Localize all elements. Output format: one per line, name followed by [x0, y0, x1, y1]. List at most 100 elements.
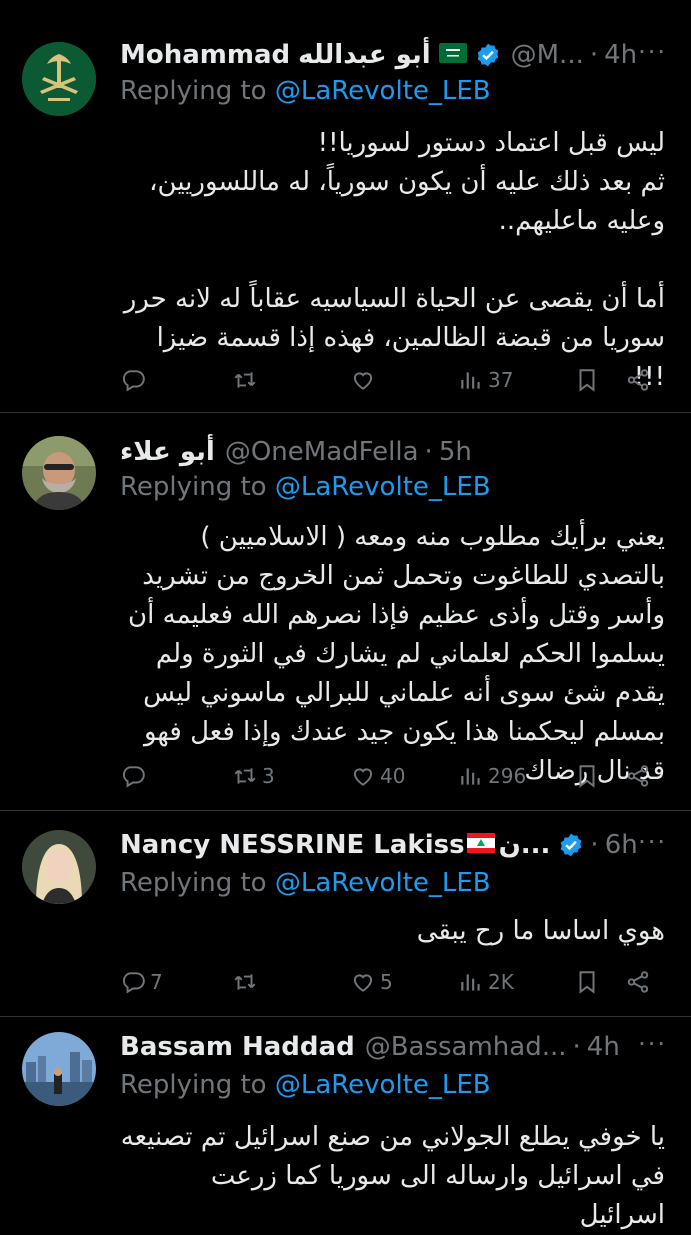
user-photo-icon — [22, 1032, 96, 1106]
mention-link[interactable]: @LaRevolte_LEB — [275, 472, 491, 502]
views-icon — [458, 367, 484, 393]
bookmark-button[interactable] — [574, 367, 600, 393]
separator-dot: · — [572, 1032, 581, 1062]
reply-icon — [120, 763, 146, 789]
mention-link[interactable]: @LaRevolte_LEB — [275, 1070, 491, 1100]
views-button[interactable]: 37 — [458, 367, 513, 393]
tweet[interactable]: Bassam Haddad @Bassamhad... · 4h ··· Rep… — [0, 1016, 691, 1230]
bookmark-button[interactable] — [574, 969, 600, 995]
user-handle[interactable]: @M... — [511, 40, 584, 70]
user-handle[interactable]: @Bassamhad... — [365, 1032, 567, 1062]
views-count: 296 — [488, 764, 527, 788]
reply-button[interactable] — [120, 763, 150, 789]
lebanon-flag-icon — [466, 830, 495, 860]
mention-link[interactable]: @LaRevolte_LEB — [275, 868, 491, 898]
replying-to: Replying to @LaRevolte_LEB — [120, 868, 491, 902]
avatar[interactable] — [22, 436, 96, 510]
action-bar: 7 5 2K — [120, 965, 653, 999]
action-bar: 3 40 296 — [120, 759, 653, 793]
timestamp[interactable]: 4h — [604, 40, 637, 70]
timestamp[interactable]: 5h — [439, 437, 472, 467]
repost-icon — [232, 969, 258, 995]
avatar[interactable] — [22, 42, 96, 116]
tweet-text: هوي اساسا ما رح يبقى — [416, 916, 665, 946]
separator-dot: · — [424, 437, 433, 467]
repost-count: 3 — [262, 764, 275, 788]
heart-icon — [350, 367, 376, 393]
like-count: 5 — [380, 970, 393, 994]
avatar[interactable] — [22, 1032, 96, 1106]
replying-label: Replying to — [120, 1070, 267, 1100]
tweet[interactable]: Nancy NESSRINE Lakiss ن... · 6h ··· Repl… — [0, 810, 691, 1017]
share-icon — [625, 367, 651, 393]
share-icon — [625, 969, 651, 995]
tweet-header: Mohammad أبو عبدالله @M... · 4h ··· — [120, 38, 667, 72]
saudi-emblem-icon — [22, 42, 96, 116]
display-name[interactable]: Mohammad — [120, 40, 290, 70]
repost-button[interactable] — [232, 969, 262, 995]
share-icon — [625, 763, 651, 789]
bookmark-icon — [574, 969, 600, 995]
display-name-suffix[interactable]: ن... — [499, 830, 551, 860]
views-count: 37 — [488, 368, 514, 392]
more-options-icon[interactable]: ··· — [638, 1030, 667, 1058]
display-name[interactable]: أبو علاء — [120, 437, 215, 467]
views-count: 2K — [488, 970, 514, 994]
user-handle[interactable]: @OneMadFella — [225, 437, 419, 467]
tweet-text: ليس قبل اعتماد دستور لسوريا!! ثم بعد ذلك… — [123, 128, 665, 392]
replying-label: Replying to — [120, 868, 267, 898]
separator-dot: · — [589, 40, 599, 70]
replying-label: Replying to — [120, 76, 267, 106]
views-icon — [458, 763, 484, 789]
tweet-header: Nancy NESSRINE Lakiss ن... · 6h ··· — [120, 828, 667, 862]
saudi-flag-icon — [438, 40, 467, 70]
repost-button[interactable]: 3 — [232, 763, 275, 789]
like-button[interactable]: 40 — [350, 763, 405, 789]
reply-button[interactable]: 7 — [120, 969, 163, 995]
reply-icon — [120, 367, 146, 393]
replying-to: Replying to @LaRevolte_LEB — [120, 472, 491, 506]
separator-dot: · — [590, 830, 599, 860]
more-options-icon[interactable]: ··· — [638, 38, 667, 66]
like-count: 40 — [380, 764, 406, 788]
reply-icon — [120, 969, 146, 995]
reply-count: 7 — [150, 970, 163, 994]
timestamp[interactable]: 6h — [605, 830, 638, 860]
tweet-header: Bassam Haddad @Bassamhad... · 4h ··· — [120, 1030, 667, 1064]
display-name[interactable]: Nancy NESSRINE Lakiss — [120, 830, 465, 860]
tweet-text: يا خوفي يطلع الجولاني من صنع اسرائيل تم … — [112, 1122, 665, 1230]
bookmark-icon — [574, 763, 600, 789]
bookmark-button[interactable] — [574, 763, 600, 789]
verified-badge-icon — [558, 832, 584, 858]
display-name-arabic[interactable]: أبو عبدالله — [298, 40, 430, 70]
like-button[interactable] — [350, 367, 380, 393]
tweet[interactable]: Mohammad أبو عبدالله @M... · 4h ··· Repl… — [0, 0, 691, 413]
replying-label: Replying to — [120, 472, 267, 502]
tweet-text: يعني برأيك مطلوب منه ومعه ( الاسلاميين )… — [119, 522, 665, 786]
replying-to: Replying to @LaRevolte_LEB — [120, 1070, 491, 1104]
avatar[interactable] — [22, 830, 96, 904]
tweet[interactable]: أبو علاء @OneMadFella · 5h Replying to @… — [0, 412, 691, 811]
views-icon — [458, 969, 484, 995]
display-name[interactable]: Bassam Haddad — [120, 1032, 355, 1062]
repost-button[interactable] — [232, 367, 262, 393]
verified-badge-icon — [475, 42, 501, 68]
share-button[interactable] — [625, 367, 651, 393]
views-button[interactable]: 2K — [458, 969, 514, 995]
heart-icon — [350, 763, 376, 789]
share-button[interactable] — [625, 969, 651, 995]
bookmark-icon — [574, 367, 600, 393]
reply-button[interactable] — [120, 367, 150, 393]
tweet-header: أبو علاء @OneMadFella · 5h — [120, 435, 667, 469]
repost-icon — [232, 367, 258, 393]
repost-icon — [232, 763, 258, 789]
action-bar: 37 — [120, 363, 653, 397]
replying-to: Replying to @LaRevolte_LEB — [120, 76, 491, 110]
user-photo-icon — [22, 830, 96, 904]
mention-link[interactable]: @LaRevolte_LEB — [275, 76, 491, 106]
share-button[interactable] — [625, 763, 651, 789]
views-button[interactable]: 296 — [458, 763, 526, 789]
more-options-icon[interactable]: ··· — [638, 828, 667, 856]
like-button[interactable]: 5 — [350, 969, 393, 995]
timestamp[interactable]: 4h — [587, 1032, 620, 1062]
